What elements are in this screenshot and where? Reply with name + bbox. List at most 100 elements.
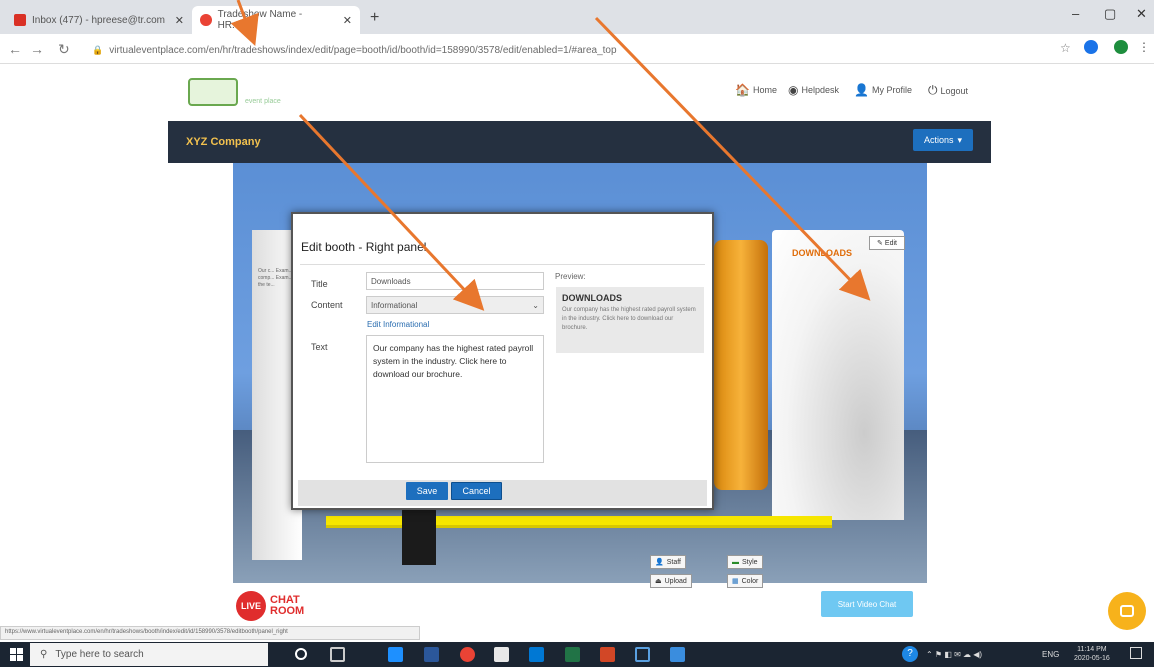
style-button[interactable]: ▬ Style — [727, 555, 763, 569]
taskbar-clock[interactable]: 11:14 PM 2020-05-16 — [1074, 645, 1110, 663]
preview-label: Preview: — [555, 272, 586, 281]
company-header-bar — [168, 121, 991, 163]
actions-label: Actions — [923, 135, 954, 145]
upload-icon: ⏏ — [655, 578, 662, 585]
tray-icons[interactable]: ⌃ ⚑ ◧ ✉ ☁ ◀) — [926, 650, 982, 659]
edit-label: Edit — [884, 239, 897, 247]
booth-right-panel[interactable] — [772, 230, 904, 520]
store-icon[interactable] — [494, 647, 509, 662]
chrome-icon[interactable] — [460, 647, 475, 662]
lock-icon: 🔒 — [92, 44, 104, 55]
tab-label: Tradeshow Name - HR.com — [217, 9, 303, 31]
logo-subtext: event place — [245, 98, 281, 105]
preview-title: DOWNLOADS — [562, 293, 622, 303]
excel-icon[interactable] — [565, 647, 580, 662]
upload-label: Upload — [664, 577, 687, 585]
maximize-icon[interactable]: ▢ — [1104, 6, 1116, 22]
gmail-icon — [14, 14, 26, 26]
profile-avatar[interactable] — [1114, 40, 1128, 54]
language-indicator[interactable]: ENG — [1042, 650, 1059, 659]
support-chat-icon[interactable] — [1108, 592, 1146, 630]
nav-home-label: Home — [752, 85, 777, 95]
right-panel-title: DOWNLOADS — [792, 248, 852, 258]
text-label: Text — [311, 342, 328, 352]
cancel-button[interactable]: Cancel — [451, 482, 502, 500]
home-icon: 🏠 — [735, 83, 750, 97]
edit-panel-button[interactable]: ✎ Edit — [869, 236, 905, 250]
booth-orange-tower — [714, 240, 768, 490]
search-placeholder: Type here to search — [55, 649, 144, 660]
tab-tradeshow[interactable]: Tradeshow Name - HR.com ✕ — [192, 6, 360, 34]
modal-divider — [300, 264, 705, 265]
live-chat-icon[interactable]: LIVE — [236, 591, 266, 621]
task-view-icon[interactable] — [330, 647, 345, 662]
search-icon: ⚲ — [40, 649, 48, 660]
modal-title: Edit booth - Right panel — [301, 240, 427, 254]
nav-helpdesk-label: Helpdesk — [801, 85, 840, 95]
style-icon: ▬ — [732, 558, 739, 566]
content-label: Content — [311, 300, 343, 310]
bookmark-star-icon[interactable]: ☆ — [1060, 41, 1071, 55]
close-window-icon[interactable]: ✕ — [1136, 6, 1147, 22]
back-icon[interactable]: ← — [8, 41, 22, 57]
user-icon: 👤 — [854, 83, 869, 97]
chevron-down-icon: ▾ — [957, 134, 963, 145]
mail-icon[interactable] — [670, 647, 685, 662]
title-label: Title — [311, 279, 328, 289]
nav-profile[interactable]: 👤 My Profile — [854, 83, 912, 97]
extension-icon[interactable] — [1084, 40, 1098, 54]
content-select[interactable]: Informational ⌄ — [366, 296, 544, 314]
browser-status-bar: https://www.virtualeventplace.com/en/hr/… — [0, 626, 420, 640]
site-logo[interactable] — [188, 78, 238, 106]
minimize-icon[interactable]: – — [1072, 6, 1079, 21]
preview-box: DOWNLOADS Our company has the highest ra… — [556, 287, 704, 353]
company-name: XYZ Company — [186, 136, 261, 148]
teams-icon[interactable] — [635, 647, 650, 662]
reload-icon[interactable]: ↻ — [58, 41, 70, 58]
notifications-icon[interactable] — [1130, 647, 1142, 659]
upload-button[interactable]: ⏏ Upload — [650, 574, 692, 588]
logout-icon: ⏻ — [928, 83, 938, 97]
color-label: Color — [741, 577, 759, 585]
edge-icon[interactable] — [388, 647, 403, 662]
url-field[interactable]: 🔒 virtualeventplace.com/en/hr/tradeshows… — [92, 40, 1042, 60]
nav-profile-label: My Profile — [871, 85, 912, 95]
nav-logout[interactable]: ⏻ Logout — [928, 83, 968, 98]
help-icon[interactable]: ? — [902, 646, 918, 662]
booth-staff-figure — [402, 505, 436, 565]
content-value: Informational — [371, 300, 418, 310]
staff-label: Staff — [666, 558, 681, 566]
outlook-icon[interactable] — [529, 647, 544, 662]
powerpoint-icon[interactable] — [600, 647, 615, 662]
color-button[interactable]: ▦ Color — [727, 574, 764, 588]
browser-menu-icon[interactable]: ⋮ — [1138, 40, 1150, 54]
new-tab-button[interactable]: + — [370, 9, 379, 27]
save-button[interactable]: Save — [406, 482, 448, 500]
start-video-chat-button[interactable]: Start Video Chat — [821, 591, 913, 617]
title-field[interactable]: Downloads — [366, 272, 544, 290]
modal-footer — [298, 480, 707, 506]
chat-room-label[interactable]: CHAT ROOM — [270, 595, 304, 617]
style-label: Style — [742, 558, 758, 566]
cortana-icon[interactable] — [295, 648, 307, 660]
actions-dropdown-button[interactable]: Actions ▾ — [913, 129, 973, 151]
nav-logout-label: Logout — [940, 85, 969, 96]
nav-helpdesk[interactable]: ◉ Helpdesk — [788, 83, 839, 97]
room-word: ROOM — [270, 605, 305, 617]
close-tab-icon[interactable]: ✕ — [175, 14, 184, 27]
pencil-icon: ✎ — [877, 240, 883, 247]
url-text: virtualeventplace.com/en/hr/tradeshows/i… — [109, 44, 617, 56]
staff-button[interactable]: 👤 Staff — [650, 555, 686, 569]
close-tab-icon[interactable]: ✕ — [343, 14, 352, 27]
windows-start-icon[interactable] — [10, 648, 23, 661]
word-icon[interactable] — [424, 647, 439, 662]
edit-informational-link[interactable]: Edit Informational — [367, 320, 429, 329]
helpdesk-icon: ◉ — [788, 83, 799, 97]
tab-label: Inbox (477) - hpreese@tr.com — [32, 14, 165, 26]
tab-inbox[interactable]: Inbox (477) - hpreese@tr.com ✕ — [6, 6, 192, 34]
forward-icon[interactable]: → — [30, 41, 44, 57]
taskbar-search[interactable]: ⚲ Type here to search — [30, 643, 268, 666]
text-field[interactable]: Our company has the highest rated payrol… — [366, 335, 544, 463]
clock-date: 2020-05-16 — [1074, 655, 1110, 663]
nav-home[interactable]: 🏠 Home — [735, 83, 777, 97]
